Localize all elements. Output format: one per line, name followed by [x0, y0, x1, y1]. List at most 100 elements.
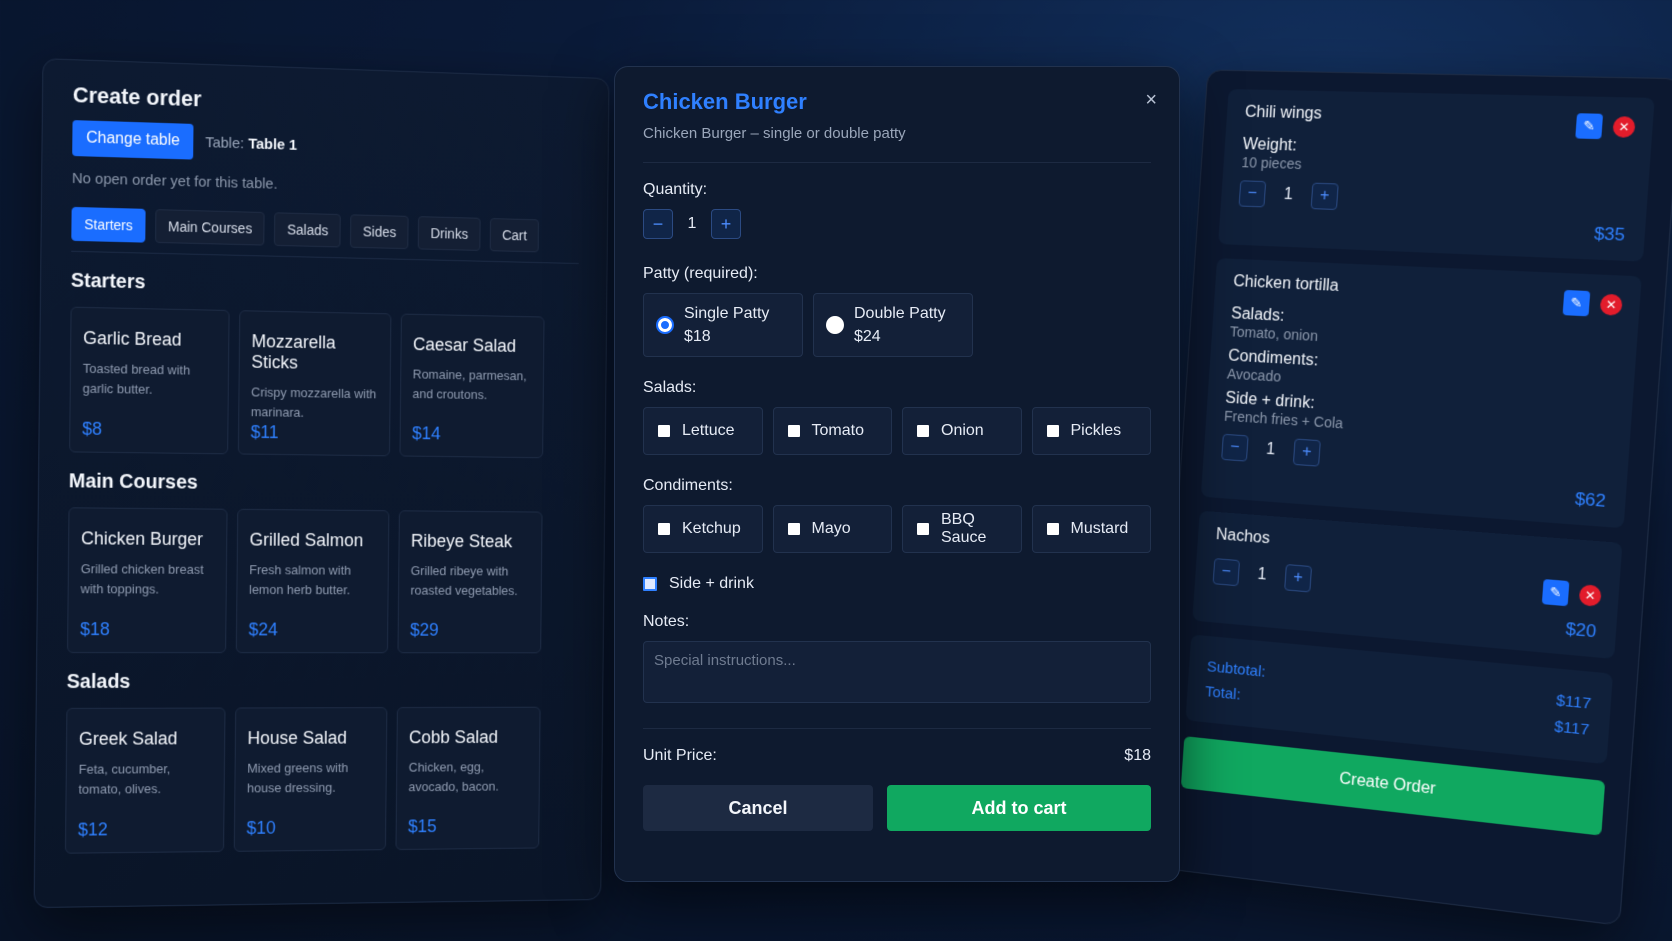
notes-label: Notes: [643, 613, 690, 630]
change-table-button[interactable]: Change table [72, 120, 194, 160]
checkbox-icon[interactable] [917, 523, 929, 535]
checkbox-icon[interactable] [1046, 425, 1059, 437]
menu-card[interactable]: House Salad Mixed greens with house dres… [233, 707, 388, 852]
checkbox-icon[interactable] [787, 425, 800, 437]
no-order-text: No open order yet for this table. [71, 169, 278, 193]
menu-card[interactable]: Caesar Salad Romaine, parmesan, and crou… [399, 313, 545, 459]
subtotal-value: $117 [1555, 691, 1592, 713]
menu-card-price: $29 [409, 619, 439, 640]
patty-option-single[interactable]: Single Patty $18 [643, 293, 803, 357]
menu-card[interactable]: Cobb Salad Chicken, egg, avocado, bacon.… [395, 706, 541, 851]
menu-card-price: $10 [246, 817, 276, 838]
cart-item-quantity: 1 [1257, 565, 1268, 584]
cancel-button[interactable]: Cancel [643, 785, 873, 831]
cart-item-actions: ✎ ✕ [1541, 579, 1602, 609]
menu-card-name: Greek Salad [78, 728, 178, 749]
patty-label: Patty (required): [643, 265, 758, 282]
cart-item-quantity: 1 [1283, 185, 1294, 204]
remove-icon[interactable]: ✕ [1599, 293, 1623, 316]
item-options-modal: Chicken Burger × Chicken Burger – single… [614, 66, 1180, 882]
edit-icon[interactable]: ✎ [1541, 579, 1570, 607]
menu-card-desc: Mixed greens with house dressing. [246, 760, 349, 796]
cart-item: Chili wings ✎ ✕ Weight: 10 pieces − 1 + … [1218, 89, 1655, 262]
checkbox-icon[interactable] [917, 425, 929, 437]
total-value: $117 [1553, 717, 1590, 740]
checkbox-icon[interactable] [1046, 523, 1059, 535]
patty-option-price: $24 [854, 328, 881, 345]
edit-icon[interactable]: ✎ [1562, 289, 1591, 317]
menu-card[interactable]: Chicken Burger Grilled chicken breast wi… [67, 507, 228, 654]
tab-cart[interactable]: Cart [489, 218, 540, 253]
tab-drinks[interactable]: Drinks [417, 216, 481, 251]
menu-card-desc: Chicken, egg, avocado, bacon. [408, 759, 499, 795]
option-label: Mayo [811, 520, 851, 537]
checkbox-icon[interactable] [787, 523, 800, 535]
remove-icon[interactable]: ✕ [1612, 116, 1636, 138]
close-icon[interactable]: × [1145, 89, 1157, 112]
page-title: Create order [72, 82, 202, 112]
cart-item: Chicken tortilla ✎ ✕ Salads: Tomato, oni… [1200, 258, 1642, 529]
cart-panel: Chili wings ✎ ✕ Weight: 10 pieces − 1 + … [1152, 69, 1672, 926]
side-drink-checkbox[interactable]: Side + drink [643, 575, 1151, 593]
menu-card-desc: Fresh salmon with lemon herb butter. [248, 562, 352, 598]
menu-card-price: $14 [411, 423, 441, 444]
decrease-quantity-button[interactable]: − [643, 209, 673, 239]
condiment-option-ketchup[interactable]: Ketchup [643, 505, 763, 553]
salads-label: Salads: [643, 379, 697, 396]
unit-price-row: Unit Price: $18 [643, 747, 1151, 765]
increase-quantity-button[interactable]: + [711, 209, 741, 239]
edit-icon[interactable]: ✎ [1575, 113, 1604, 140]
menu-card-name: Chicken Burger [80, 528, 204, 550]
menu-card[interactable]: Grilled Salmon Fresh salmon with lemon h… [235, 508, 390, 654]
modal-subtitle: Chicken Burger – single or double patty [643, 125, 1151, 163]
radio-selected-icon[interactable] [656, 316, 674, 334]
patty-option-double[interactable]: Double Patty $24 [813, 293, 973, 357]
menu-card-name: Cobb Salad [408, 727, 499, 748]
salad-option-onion[interactable]: Onion [902, 407, 1022, 455]
checkbox-icon[interactable] [658, 425, 670, 437]
create-order-panel: Create order Change table Table: Table 1… [33, 58, 610, 909]
condiment-option-mayo[interactable]: Mayo [772, 505, 892, 553]
decrease-button[interactable]: − [1238, 180, 1267, 208]
modal-footer: Unit Price: $18 Cancel Add to cart [643, 728, 1151, 831]
notes-input[interactable] [643, 641, 1151, 703]
add-to-cart-button[interactable]: Add to cart [887, 785, 1151, 831]
tab-salads[interactable]: Salads [274, 212, 341, 248]
menu-card-price: $18 [80, 619, 110, 640]
salad-option-lettuce[interactable]: Lettuce [643, 407, 763, 455]
option-label: Tomato [811, 422, 864, 439]
unit-price-label: Unit Price: [643, 747, 717, 764]
increase-button[interactable]: + [1292, 438, 1321, 467]
remove-icon[interactable]: ✕ [1578, 584, 1602, 607]
menu-card-desc: Crispy mozzarella with marinara. [250, 384, 377, 420]
checkbox-icon[interactable] [643, 577, 657, 591]
tab-sides[interactable]: Sides [350, 214, 409, 250]
checkbox-icon[interactable] [658, 523, 670, 535]
salad-option-tomato[interactable]: Tomato [772, 407, 892, 455]
condiment-option-bbq-sauce[interactable]: BBQ Sauce [902, 505, 1022, 553]
menu-card[interactable]: Greek Salad Feta, cucumber, tomato, oliv… [64, 707, 226, 854]
decrease-button[interactable]: − [1221, 433, 1249, 462]
main-courses-grid: Chicken Burger Grilled chicken breast wi… [67, 507, 576, 654]
menu-card-name: Ribeye Steak [410, 530, 513, 552]
condiment-option-mustard[interactable]: Mustard [1031, 505, 1151, 553]
table-name: Table 1 [248, 135, 298, 154]
starters-grid: Garlic Bread Toasted bread with garlic b… [69, 306, 578, 459]
option-label: Lettuce [682, 422, 735, 439]
cart-item-actions: ✎ ✕ [1575, 113, 1636, 140]
menu-card-name: Mozzarella Sticks [251, 331, 336, 373]
menu-card[interactable]: Ribeye Steak Grilled ribeye with roasted… [397, 510, 543, 654]
menu-card[interactable]: Garlic Bread Toasted bread with garlic b… [69, 306, 230, 455]
increase-button[interactable]: + [1310, 182, 1339, 211]
menu-card-name: Garlic Bread [83, 327, 182, 350]
radio-unselected-icon[interactable] [826, 316, 844, 334]
quantity-value: 1 [687, 215, 697, 232]
tab-starters[interactable]: Starters [71, 206, 146, 243]
cart-item: Nachos ✎ ✕ − 1 + $20 [1192, 510, 1623, 660]
tab-main-courses[interactable]: Main Courses [155, 209, 265, 246]
menu-card[interactable]: Mozzarella Sticks Crispy mozzarella with… [237, 310, 392, 457]
salad-option-pickles[interactable]: Pickles [1031, 407, 1151, 455]
option-label: Pickles [1070, 422, 1122, 439]
decrease-button[interactable]: − [1212, 558, 1241, 587]
increase-button[interactable]: + [1284, 563, 1313, 593]
